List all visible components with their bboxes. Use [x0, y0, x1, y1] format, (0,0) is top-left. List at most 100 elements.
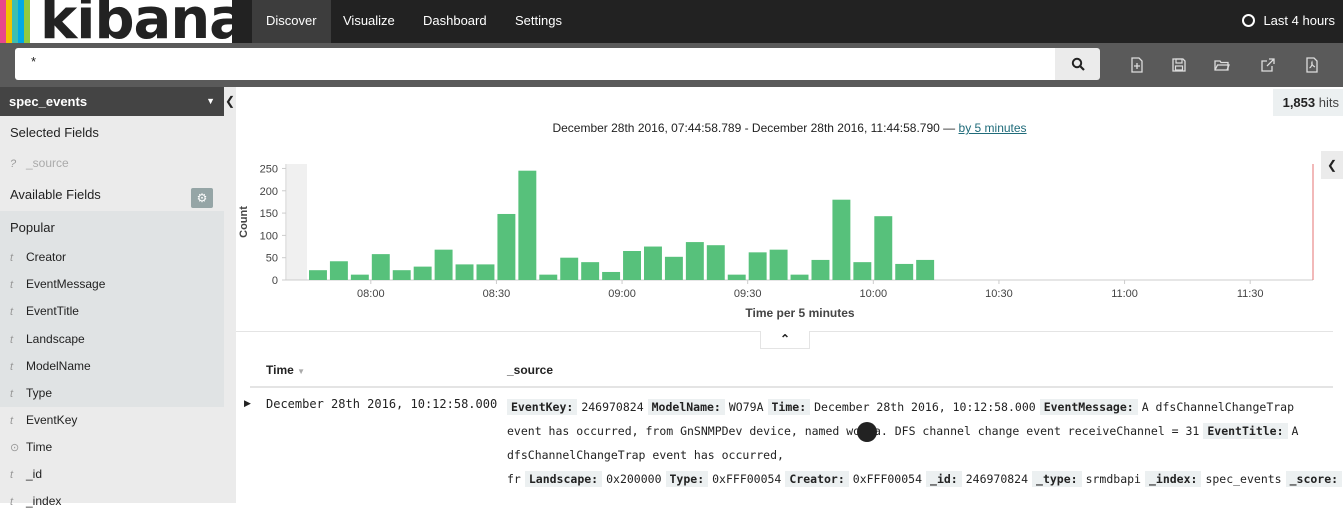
kibana-logo[interactable]: kibana [0, 0, 232, 43]
histogram-bar [664, 256, 683, 280]
field-name: _index [26, 494, 62, 508]
interval-link[interactable]: by 5 minutes [959, 121, 1027, 135]
histogram-bar [518, 170, 537, 280]
y-tick-label: 100 [260, 230, 278, 242]
mouse-cursor-dot [857, 422, 877, 442]
histogram-bar [455, 264, 474, 280]
field-item-time[interactable]: ⊙ Time [0, 434, 224, 461]
x-tick-label: 10:00 [860, 288, 888, 300]
source-field-key: Landscape: [524, 471, 603, 487]
string-type-icon: t [10, 361, 14, 373]
histogram-bar [811, 259, 830, 280]
histogram-bar [644, 246, 662, 280]
histogram-bar [476, 264, 495, 280]
source-field-value: spec_events [1205, 472, 1282, 486]
chevron-left-icon: ❮ [224, 94, 236, 108]
source-field-key: Creator: [785, 471, 849, 487]
histogram-bar [581, 262, 600, 280]
y-tick-label: 250 [260, 163, 278, 175]
histogram-bar [769, 249, 788, 280]
search-icon [1071, 57, 1085, 71]
source-field-key: _score: [1285, 471, 1343, 487]
collapse-chart-button[interactable]: ❮ [1321, 151, 1343, 179]
out-of-range-band [287, 164, 307, 280]
expand-row-caret-icon[interactable]: ▶ [244, 398, 251, 409]
field-item-type[interactable]: t Type [0, 380, 224, 407]
string-type-icon: t [10, 252, 14, 264]
source-field-key: _index: [1144, 471, 1202, 487]
field-item-index[interactable]: t _index [0, 488, 224, 515]
histogram-bar [832, 199, 851, 280]
x-tick-label: 09:30 [734, 288, 762, 300]
histogram-bar [602, 271, 621, 280]
field-name: ModelName [26, 359, 91, 373]
source-field-value: December 28th 2016, 10:12:58.000 [814, 400, 1036, 414]
histogram-bar [727, 274, 746, 280]
source-field-value: 0x200000 [606, 472, 662, 486]
collapse-sidebar-button[interactable]: ❮ [224, 87, 236, 116]
source-field-value: srmdbapi [1085, 472, 1141, 486]
gear-icon: ⚙ [196, 191, 208, 205]
source-field-key: EventTitle: [1203, 423, 1288, 439]
column-header-time[interactable]: Time ▼ [266, 363, 305, 377]
histogram-bar [790, 274, 809, 280]
field-item-creator[interactable]: t Creator [0, 244, 224, 271]
chevron-up-icon: ⌃ [779, 332, 791, 346]
field-item-eventkey[interactable]: t EventKey [0, 407, 224, 434]
source-field-key: ModelName: [647, 399, 725, 415]
x-tick-label: 08:30 [483, 288, 511, 300]
source-field-key: Time: [767, 399, 811, 415]
field-item-landscape[interactable]: t Landscape [0, 326, 224, 353]
open-icon[interactable] [1214, 57, 1230, 73]
histogram-bar [329, 261, 348, 280]
source-field-value: 246970824 [581, 400, 644, 414]
x-tick-label: 09:00 [608, 288, 636, 300]
x-tick-label: 08:00 [357, 288, 385, 300]
field-item-source[interactable]: ? _source [0, 150, 224, 177]
save-icon[interactable] [1171, 57, 1187, 73]
source-field-value: 0xFFF00054 [712, 472, 782, 486]
row-timestamp: December 28th 2016, 10:12:58.000 [266, 397, 498, 411]
string-type-icon: t [10, 306, 14, 318]
row-source-fields: EventKey: 246970824 ModelName: WO79A Time: De… [507, 395, 1343, 491]
histogram-bar [497, 213, 516, 280]
histogram-bar [539, 274, 558, 280]
field-name: Time [26, 440, 53, 454]
x-tick-label: 11:00 [1111, 288, 1138, 300]
tab-dashboard[interactable]: Dashboard [409, 0, 501, 43]
report-icon[interactable] [1304, 57, 1320, 73]
string-type-icon: t [10, 469, 14, 481]
field-item-id[interactable]: t _id [0, 461, 224, 488]
share-icon[interactable] [1260, 57, 1276, 73]
search-input[interactable]: * [15, 48, 1055, 80]
field-name: _id [26, 467, 43, 481]
search-button[interactable] [1055, 48, 1100, 80]
field-item-eventmessage[interactable]: t EventMessage [0, 271, 224, 298]
y-tick-label: 0 [272, 275, 278, 287]
sort-desc-icon: ▼ [297, 367, 306, 376]
header-rule [250, 386, 1333, 388]
tab-discover[interactable]: Discover [252, 0, 331, 43]
histogram-bar [350, 274, 369, 280]
field-item-modelname[interactable]: t ModelName [0, 353, 224, 380]
x-tick-label: 11:30 [1237, 288, 1264, 300]
toggle-chart-button[interactable]: ⌃ [760, 331, 810, 349]
hits-counter: 1,853 hits [1272, 89, 1343, 116]
logo-stripe [24, 0, 30, 43]
time-picker[interactable]: Last 4 hours [1242, 0, 1343, 43]
string-type-icon: t [10, 279, 14, 291]
index-pattern-selector[interactable]: spec_events ▼ [0, 87, 224, 116]
tab-visualize[interactable]: Visualize [329, 0, 409, 43]
field-name: Creator [26, 250, 67, 264]
field-settings-button[interactable]: ⚙ [191, 188, 213, 208]
index-pattern-label: spec_events [9, 94, 88, 109]
x-tick-label: 10:30 [985, 288, 1013, 300]
field-sidebar: spec_events ▼ ❮ Selected Fields ? _source… [0, 87, 236, 508]
y-tick-label: 150 [260, 208, 278, 220]
field-item-eventtitle[interactable]: t EventTitle [0, 298, 224, 325]
new-search-icon[interactable] [1129, 57, 1145, 73]
histogram-bar [413, 266, 432, 280]
time-picker-label: Last 4 hours [1263, 13, 1335, 28]
tab-settings[interactable]: Settings [501, 0, 576, 43]
histogram-chart[interactable]: 0 50 100 150 200 250 08:00 08:30 09:00 09:30 10:00… [236, 152, 1343, 327]
